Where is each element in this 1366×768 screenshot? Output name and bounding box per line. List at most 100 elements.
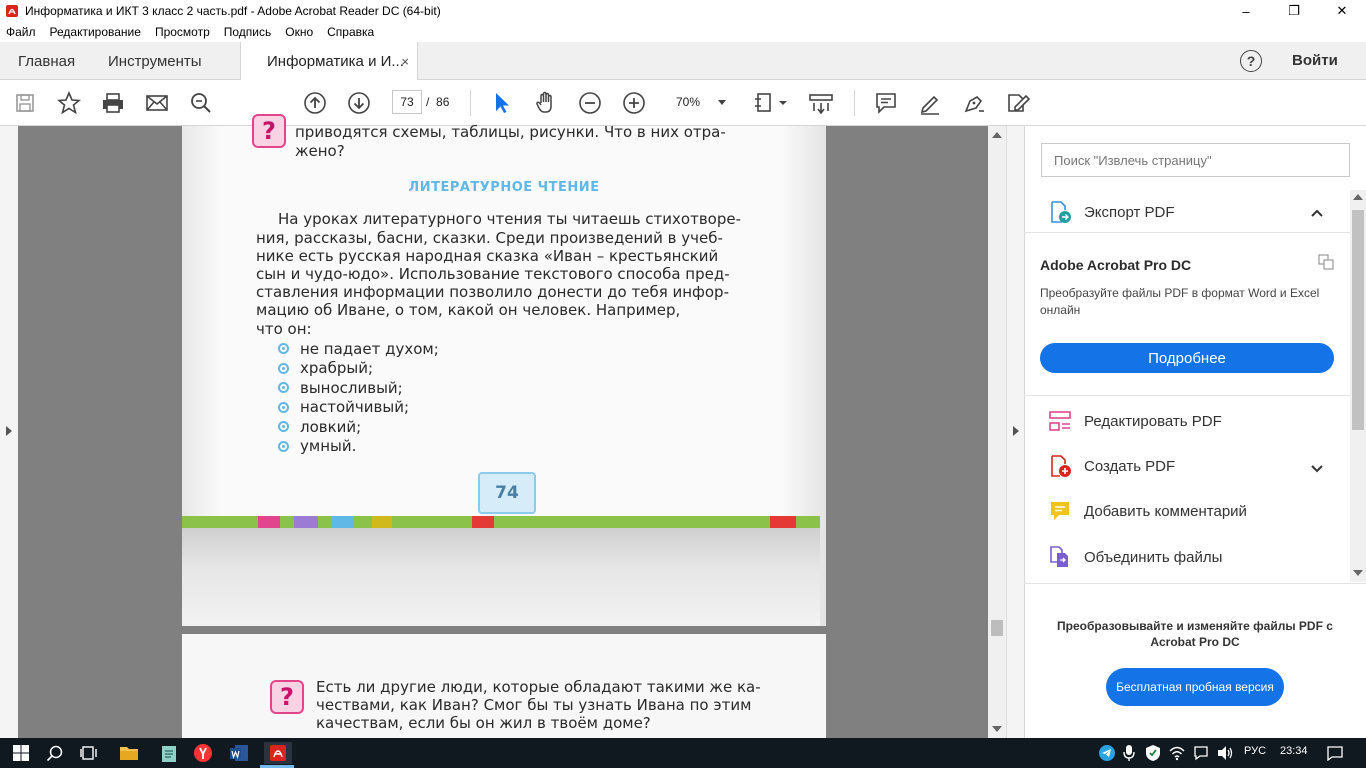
- hand-tool-icon[interactable]: [533, 90, 559, 116]
- scroll-up-icon[interactable]: [992, 132, 1002, 138]
- toolbar-divider: [854, 90, 855, 116]
- document-scrollbar[interactable]: [988, 126, 1006, 738]
- right-panel-toggle[interactable]: [1006, 126, 1024, 738]
- stripe-segment: [332, 516, 354, 528]
- highlight-pen-icon[interactable]: [917, 90, 943, 116]
- previous-page-icon[interactable]: [302, 90, 328, 116]
- yandex-browser-icon[interactable]: [192, 742, 214, 764]
- security-shield-icon[interactable]: [1142, 742, 1164, 764]
- paragraph-line: ставления информации позволило донести д…: [256, 283, 729, 301]
- list-item: не падает духом;: [278, 339, 439, 359]
- zoom-in-icon[interactable]: [621, 90, 647, 116]
- chevron-up-icon[interactable]: [1310, 205, 1324, 222]
- scroll-down-icon[interactable]: [1353, 570, 1363, 576]
- scroll-down-icon[interactable]: [992, 726, 1002, 732]
- export-pdf-item[interactable]: Экспорт PDF: [1048, 197, 1348, 227]
- list-item-text: настойчивый;: [300, 398, 410, 417]
- bookmark-star-icon[interactable]: [56, 90, 82, 116]
- zoom-level-dropdown[interactable]: 70%: [666, 90, 734, 114]
- menu-help[interactable]: Справка: [327, 25, 374, 39]
- zoom-out-icon[interactable]: [577, 90, 603, 116]
- menu-edit[interactable]: Редактирование: [50, 25, 141, 39]
- acrobat-taskbar-icon[interactable]: [264, 742, 292, 764]
- question-line: чествами, как Иван? Смог бы ты узнать Ив…: [316, 696, 752, 714]
- next-page-icon[interactable]: [346, 90, 372, 116]
- tools-pane-scrollbar[interactable]: [1350, 190, 1366, 582]
- action-center-icon[interactable]: [1324, 742, 1346, 764]
- volume-icon[interactable]: [1214, 742, 1236, 764]
- wifi-icon[interactable]: [1166, 742, 1188, 764]
- list-item: ловкий;: [278, 417, 439, 437]
- create-pdf-item[interactable]: Создать PDF: [1048, 451, 1348, 481]
- section-heading: ЛИТЕРАТУРНОЕ ЧТЕНИЕ: [408, 180, 600, 195]
- notepad-icon[interactable]: [158, 742, 180, 764]
- maximize-button[interactable]: ❐: [1270, 0, 1318, 22]
- export-pdf-label: Экспорт PDF: [1084, 203, 1175, 221]
- file-explorer-icon[interactable]: [118, 742, 140, 764]
- tab-tools[interactable]: Инструменты: [108, 42, 202, 80]
- email-icon[interactable]: [144, 90, 170, 116]
- find-zoom-icon[interactable]: [188, 90, 214, 116]
- page-number-input[interactable]: 73: [392, 90, 422, 114]
- convert-icon: [1318, 254, 1334, 273]
- bullet-icon: [278, 343, 289, 355]
- combine-files-item[interactable]: Объединить файлы: [1048, 542, 1348, 572]
- pro-description: Преобразуйте файлы PDF в формат Word и E…: [1040, 286, 1320, 317]
- scroll-mode-icon[interactable]: [808, 90, 834, 116]
- question-mark-icon: ?: [270, 680, 304, 714]
- word-icon[interactable]: [228, 742, 250, 764]
- window-title: Информатика и ИКТ 3 класс 2 часть.pdf - …: [25, 4, 441, 18]
- save-icon[interactable]: [12, 90, 38, 116]
- microphone-icon[interactable]: [1118, 742, 1140, 764]
- telegram-icon[interactable]: [1096, 742, 1118, 764]
- keyboard-language[interactable]: РУС: [1244, 745, 1266, 757]
- task-view-icon[interactable]: [78, 742, 100, 764]
- paragraph-line: нике есть русская народная сказка «Иван …: [256, 247, 719, 265]
- title-bar: Информатика и ИКТ 3 класс 2 часть.pdf - …: [0, 0, 1366, 22]
- minimize-button[interactable]: –: [1222, 0, 1270, 22]
- bullet-list: не падает духом; храбрый; выносливый; на…: [278, 339, 439, 456]
- clock-time[interactable]: 23:34: [1280, 745, 1308, 757]
- free-trial-button[interactable]: Бесплатная пробная версия: [1106, 668, 1284, 706]
- fill-sign-icon[interactable]: [1005, 90, 1031, 116]
- create-pdf-icon: [1048, 454, 1072, 478]
- zoom-level-value: 70%: [676, 95, 701, 109]
- help-icon[interactable]: ?: [1240, 50, 1262, 72]
- close-window-button[interactable]: ✕: [1318, 0, 1366, 22]
- divider: [1024, 583, 1366, 584]
- tab-home[interactable]: Главная: [18, 42, 75, 80]
- menu-window[interactable]: Окно: [285, 25, 313, 39]
- tools-search-input[interactable]: Поиск "Извлечь страницу": [1041, 143, 1350, 177]
- select-cursor-icon[interactable]: [489, 90, 515, 116]
- comment-icon[interactable]: [873, 90, 899, 116]
- acrobat-app-icon: [5, 4, 19, 18]
- notifications-icon[interactable]: [1190, 742, 1212, 764]
- bullet-icon: [278, 362, 289, 374]
- add-comment-icon: [1048, 499, 1072, 523]
- signin-button[interactable]: Войти: [1292, 52, 1338, 69]
- menu-file[interactable]: Файл: [6, 25, 36, 39]
- page-bottom-margin: [182, 528, 820, 626]
- stripe-segment: [258, 516, 280, 528]
- menu-sign[interactable]: Подпись: [224, 25, 272, 39]
- page-fit-icon[interactable]: [752, 90, 790, 116]
- tab-document[interactable]: Информатика и И... ×: [240, 42, 418, 81]
- left-panel-toggle[interactable]: [0, 126, 18, 738]
- windows-start-icon[interactable]: [10, 742, 32, 764]
- close-tab-icon[interactable]: ×: [401, 54, 409, 69]
- add-comment-item[interactable]: Добавить комментарий: [1048, 496, 1348, 526]
- menu-view[interactable]: Просмотр: [155, 25, 210, 39]
- learn-more-button[interactable]: Подробнее: [1040, 343, 1334, 373]
- print-icon[interactable]: [100, 90, 126, 116]
- list-item: выносливый;: [278, 378, 439, 398]
- edit-pdf-item[interactable]: Редактировать PDF: [1048, 406, 1348, 436]
- scrollbar-thumb[interactable]: [991, 620, 1003, 636]
- sign-pen-icon[interactable]: [961, 90, 987, 116]
- bullet-icon: [278, 440, 289, 452]
- scroll-up-icon[interactable]: [1353, 194, 1363, 200]
- create-pdf-label: Создать PDF: [1084, 457, 1176, 475]
- search-icon[interactable]: [44, 742, 66, 764]
- scrollbar-thumb[interactable]: [1352, 210, 1364, 430]
- chevron-down-icon[interactable]: [1310, 461, 1324, 478]
- bullet-icon: [278, 382, 289, 394]
